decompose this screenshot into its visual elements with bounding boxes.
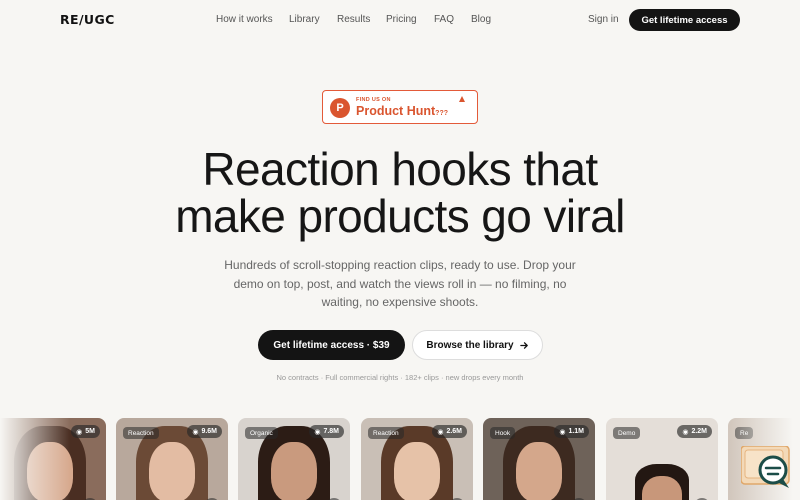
clip-tag: Reaction [123, 427, 159, 439]
clip-card[interactable]: Demo ◉2.2M ♡ [606, 418, 718, 500]
nav-blog[interactable]: Blog [471, 14, 491, 25]
views-badge: ◉ 9.6M [187, 425, 222, 438]
view-count: 7.8M [323, 428, 339, 435]
clip-thumbnail-face [271, 442, 317, 500]
headline-line-1: Reaction hooks that [202, 143, 598, 195]
views-badge: ◉ 7.8M [309, 425, 344, 438]
browse-library-label: Browse the library [426, 339, 514, 351]
nav-how-it-works[interactable]: How it works [216, 14, 273, 25]
views-badge: ◉ 5M [71, 425, 100, 438]
clip-thumbnail-face [394, 442, 440, 500]
headline-line-2: make products go viral [175, 190, 625, 242]
view-count: 1.1M [568, 428, 584, 435]
clip-tag: Demo [613, 427, 641, 439]
clip-thumbnail-face [642, 476, 682, 500]
sign-in-link[interactable]: Sign in [588, 14, 619, 25]
eye-icon: ◉ [76, 428, 83, 436]
header-cta-button[interactable]: Get lifetime access [629, 9, 740, 31]
views-badge: ◉ 2.2M [677, 425, 712, 438]
clip-card[interactable]: Reaction ◉2.6M ♡ [361, 418, 473, 500]
badge-big-text: Product Hunt??? [356, 104, 448, 118]
browse-library-button[interactable]: Browse the library [412, 330, 543, 360]
clip-card[interactable]: Reaction ◉9.6M ♡ [116, 418, 228, 500]
product-hunt-icon: P [330, 98, 350, 118]
eye-icon: ◉ [314, 428, 321, 436]
eye-icon: ◉ [559, 428, 566, 436]
views-badge: ◉ 2.6M [432, 425, 467, 438]
product-hunt-badge[interactable]: P FIND US ON Product Hunt??? [322, 90, 478, 124]
fineprint: No contracts · Full commercial rights · … [276, 373, 524, 382]
upvote-arrow-icon [459, 96, 465, 102]
clip-tag: Organic [245, 427, 278, 439]
eye-icon: ◉ [682, 428, 689, 436]
chat-support-icon[interactable] [741, 446, 791, 490]
clip-thumbnail-face [516, 442, 562, 500]
view-count: 5M [85, 428, 95, 435]
badge-brand: Product Hunt [356, 104, 436, 118]
nav-pricing[interactable]: Pricing [386, 14, 417, 25]
clip-card[interactable]: Hook ◉1.1M ♡ [483, 418, 595, 500]
clips-carousel[interactable]: ◉5M ♡ Reaction ◉9.6M ♡ Organic ◉7.8M ♡ R… [0, 418, 800, 500]
badge-suffix: ??? [435, 110, 448, 117]
clip-tag: Hook [490, 427, 516, 439]
view-count: 2.6M [446, 428, 462, 435]
site-header: RE/UGC How it works Library Results Pric… [0, 0, 800, 40]
badge-small-text: FIND US ON [356, 97, 391, 103]
nav-faq[interactable]: FAQ [434, 14, 454, 25]
clip-thumbnail-face [149, 442, 195, 500]
clip-card[interactable]: Organic ◉7.8M ♡ [238, 418, 350, 500]
hero-subtext: Hundreds of scroll-stopping reaction cli… [224, 258, 576, 309]
view-count: 2.2M [691, 428, 707, 435]
nav-results[interactable]: Results [337, 14, 370, 25]
nav-library[interactable]: Library [289, 14, 320, 25]
eye-icon: ◉ [192, 428, 199, 436]
clip-tag: Reaction [368, 427, 404, 439]
eye-icon: ◉ [437, 428, 444, 436]
view-count: 9.6M [201, 428, 217, 435]
arrow-right-icon [519, 341, 528, 349]
page-title: Reaction hooks that make products go vir… [0, 146, 800, 240]
get-lifetime-access-button[interactable]: Get lifetime access · $39 [258, 330, 405, 360]
views-badge: ◉ 1.1M [554, 425, 589, 438]
carousel-fade-left [0, 418, 70, 500]
